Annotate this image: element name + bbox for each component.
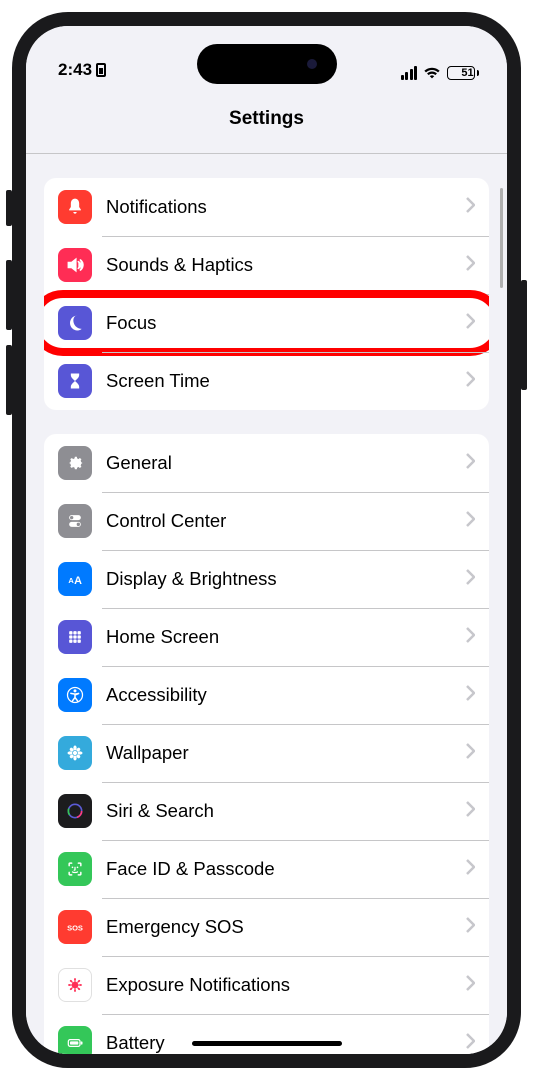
row-label: Wallpaper [106, 742, 466, 764]
settings-group: General Control Center AA Display & Brig… [44, 434, 489, 1054]
home-indicator[interactable] [192, 1041, 342, 1046]
row-display-brightness[interactable]: AA Display & Brightness [44, 550, 489, 608]
text-size-icon: AA [58, 562, 92, 596]
row-notifications[interactable]: Notifications [44, 178, 489, 236]
grid-icon [58, 620, 92, 654]
row-label: Exposure Notifications [106, 974, 466, 996]
row-sounds-haptics[interactable]: Sounds & Haptics [44, 236, 489, 294]
row-siri-search[interactable]: Siri & Search [44, 782, 489, 840]
page-title: Settings [26, 84, 507, 154]
svg-text:A: A [74, 575, 82, 587]
row-label: Sounds & Haptics [106, 254, 466, 276]
gear-icon [58, 446, 92, 480]
row-accessibility[interactable]: Accessibility [44, 666, 489, 724]
speaker-icon [58, 248, 92, 282]
row-wallpaper[interactable]: Wallpaper [44, 724, 489, 782]
settings-group: Notifications Sounds & Haptics Focus [44, 178, 489, 410]
chevron-right-icon [466, 511, 475, 532]
orientation-lock-icon [96, 63, 106, 77]
chevron-right-icon [466, 917, 475, 938]
chevron-right-icon [466, 859, 475, 880]
chevron-right-icon [466, 627, 475, 648]
row-label: Home Screen [106, 626, 466, 648]
row-label: Siri & Search [106, 800, 466, 822]
siri-icon [58, 794, 92, 828]
row-label: Accessibility [106, 684, 466, 706]
row-emergency-sos[interactable]: SOS Emergency SOS [44, 898, 489, 956]
moon-icon [58, 306, 92, 340]
chevron-right-icon [466, 313, 475, 334]
row-label: Screen Time [106, 370, 466, 392]
chevron-right-icon [466, 453, 475, 474]
row-face-id-passcode[interactable]: Face ID & Passcode [44, 840, 489, 898]
battery-icon: 51 [447, 66, 479, 80]
row-screen-time[interactable]: Screen Time [44, 352, 489, 410]
row-label: Focus [106, 312, 466, 334]
row-label: Emergency SOS [106, 916, 466, 938]
svg-text:SOS: SOS [67, 923, 83, 932]
settings-list[interactable]: Notifications Sounds & Haptics Focus [26, 154, 507, 1054]
screen: 2:43 51 Settings [26, 26, 507, 1054]
status-time: 2:43 [58, 60, 92, 80]
row-general[interactable]: General [44, 434, 489, 492]
bell-icon [58, 190, 92, 224]
chevron-right-icon [466, 371, 475, 392]
row-home-screen[interactable]: Home Screen [44, 608, 489, 666]
chevron-right-icon [466, 685, 475, 706]
flower-icon [58, 736, 92, 770]
chevron-right-icon [466, 975, 475, 996]
row-exposure-notifications[interactable]: Exposure Notifications [44, 956, 489, 1014]
chevron-right-icon [466, 569, 475, 590]
row-label: Control Center [106, 510, 466, 532]
row-label: General [106, 452, 466, 474]
chevron-right-icon [466, 255, 475, 276]
face-id-icon [58, 852, 92, 886]
sos-icon: SOS [58, 910, 92, 944]
dynamic-island [197, 44, 337, 84]
chevron-right-icon [466, 743, 475, 764]
cellular-icon [401, 66, 418, 80]
battery-icon [58, 1026, 92, 1054]
phone-frame: 2:43 51 Settings [12, 12, 521, 1068]
row-control-center[interactable]: Control Center [44, 492, 489, 550]
wifi-icon [423, 66, 441, 80]
row-focus[interactable]: Focus [44, 294, 489, 352]
chevron-right-icon [466, 197, 475, 218]
row-battery[interactable]: Battery [44, 1014, 489, 1054]
hourglass-icon [58, 364, 92, 398]
row-label: Face ID & Passcode [106, 858, 466, 880]
row-label: Notifications [106, 196, 466, 218]
virus-icon [58, 968, 92, 1002]
chevron-right-icon [466, 1033, 475, 1054]
chevron-right-icon [466, 801, 475, 822]
row-label: Display & Brightness [106, 568, 466, 590]
accessibility-icon [58, 678, 92, 712]
switch-icon [58, 504, 92, 538]
